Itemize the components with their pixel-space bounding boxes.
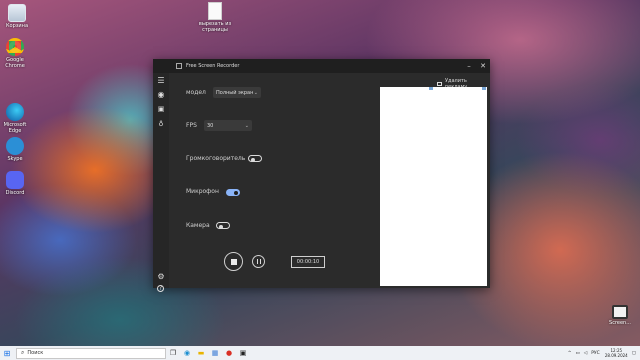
- clock-date: 28.09.2024: [604, 353, 628, 358]
- close-button[interactable]: ✕: [476, 59, 490, 73]
- fps-select-value: 30: [207, 122, 214, 129]
- edge-icon: [6, 103, 24, 121]
- screen-recorder-window: Free Screen Recorder – ✕ ☰ ◉ ▣ ♁ ⚙ ? мод…: [153, 59, 490, 292]
- document-icon: [208, 2, 222, 20]
- fps-label: FPS: [186, 122, 197, 129]
- desktop-icon-label: Microsoft Edge: [3, 122, 27, 134]
- audio-record-icon[interactable]: ♁: [156, 119, 166, 129]
- tray-chevron-icon[interactable]: ^: [568, 351, 572, 356]
- preview-marker: [429, 87, 433, 90]
- ad-icon: [437, 82, 442, 86]
- camera-label: Камера: [186, 222, 210, 229]
- taskbar-clock[interactable]: 12:25 28.09.2024: [605, 348, 628, 358]
- volume-icon[interactable]: ◁: [584, 351, 587, 356]
- pause-button[interactable]: [252, 255, 265, 268]
- mode-select[interactable]: Полный экран ⌄: [213, 87, 261, 98]
- search-icon: ⌕: [21, 349, 25, 356]
- recording-timer: 00:00:10: [291, 256, 325, 268]
- recycle-bin-icon: [8, 4, 26, 22]
- toggle-knob: [234, 190, 238, 195]
- desktop-icon-edge[interactable]: Microsoft Edge: [0, 103, 32, 134]
- help-icon[interactable]: ?: [157, 285, 164, 292]
- toggle-knob: [219, 224, 223, 229]
- system-tray: ^ ▭ ◁ РУС 12:25 28.09.2024 ▢: [564, 348, 640, 358]
- search-placeholder: Поиск: [27, 350, 44, 356]
- speaker-label: Громкоговоритель: [186, 155, 246, 162]
- recorder-desktop-icon: [612, 305, 628, 319]
- desktop-icon-chrome[interactable]: Google Chrome: [0, 38, 32, 69]
- camera-toggle[interactable]: [216, 222, 230, 229]
- mic-toggle[interactable]: [226, 189, 240, 196]
- toggle-knob: [251, 157, 255, 162]
- desktop-icon-discord[interactable]: Discord: [0, 171, 32, 196]
- taskbar: ⊞ ⌕ Поиск ❐ ◉ ▬ ▦ ● ▣ ^ ▭ ◁ РУС 12:25 28…: [0, 346, 640, 360]
- file-explorer-icon[interactable]: ▬: [194, 346, 208, 360]
- skype-icon: [6, 137, 24, 155]
- desktop-icon-label: вырезать из страницы: [198, 21, 232, 33]
- mode-label: модел: [186, 89, 206, 96]
- screenshot-icon[interactable]: ▣: [156, 104, 166, 114]
- desktop-icon-skype[interactable]: Skype: [0, 137, 32, 162]
- stop-button[interactable]: [224, 252, 243, 271]
- preview-marker: [482, 87, 486, 90]
- record-screen-icon[interactable]: ◉: [156, 89, 166, 99]
- task-view-icon[interactable]: ❐: [166, 346, 180, 360]
- settings-icon[interactable]: ⚙: [156, 271, 166, 281]
- desktop-icon-label: Корзина: [5, 23, 29, 29]
- chrome-icon: [6, 38, 24, 56]
- desktop-icon-label: Google Chrome: [5, 57, 25, 69]
- mic-label: Микрофон: [186, 188, 219, 195]
- pause-icon: [256, 259, 261, 264]
- stop-icon: [230, 258, 237, 265]
- notifications-icon[interactable]: ▢: [632, 351, 636, 356]
- desktop-icon-label: Skype: [7, 156, 23, 162]
- edge-taskbar-icon[interactable]: ◉: [180, 346, 194, 360]
- language-indicator[interactable]: РУС: [591, 351, 600, 356]
- window-title: Free Screen Recorder: [186, 63, 240, 69]
- desktop-icon-recycle-bin[interactable]: Корзина: [0, 4, 34, 29]
- desktop-icon-document[interactable]: вырезать из страницы: [198, 2, 232, 33]
- minimize-button[interactable]: –: [462, 59, 476, 73]
- store-icon[interactable]: ▦: [208, 346, 222, 360]
- recorder-taskbar-icon[interactable]: ▣: [236, 346, 250, 360]
- fps-select[interactable]: 30 ⌄: [204, 120, 252, 131]
- desktop-icon-label: Screen...: [609, 320, 631, 326]
- network-icon[interactable]: ▭: [575, 351, 579, 356]
- mode-select-value: Полный экран: [216, 89, 254, 96]
- chevron-down-icon: ⌄: [253, 89, 258, 96]
- preview-panel: [380, 87, 487, 286]
- sidebar: ☰ ◉ ▣ ♁ ⚙ ?: [153, 73, 169, 292]
- desktop-icon-recorder[interactable]: Screen...: [603, 305, 637, 326]
- speaker-toggle[interactable]: [248, 155, 262, 162]
- app-logo-icon: [176, 63, 182, 69]
- discord-icon: [6, 171, 24, 189]
- chevron-down-icon: ⌄: [244, 122, 249, 129]
- chrome-taskbar-icon[interactable]: ●: [222, 346, 236, 360]
- menu-icon[interactable]: ☰: [156, 75, 166, 85]
- start-button[interactable]: ⊞: [0, 346, 14, 360]
- taskbar-search[interactable]: ⌕ Поиск: [16, 347, 166, 359]
- desktop-icon-label: Discord: [5, 190, 25, 196]
- title-bar: Free Screen Recorder – ✕: [153, 59, 490, 73]
